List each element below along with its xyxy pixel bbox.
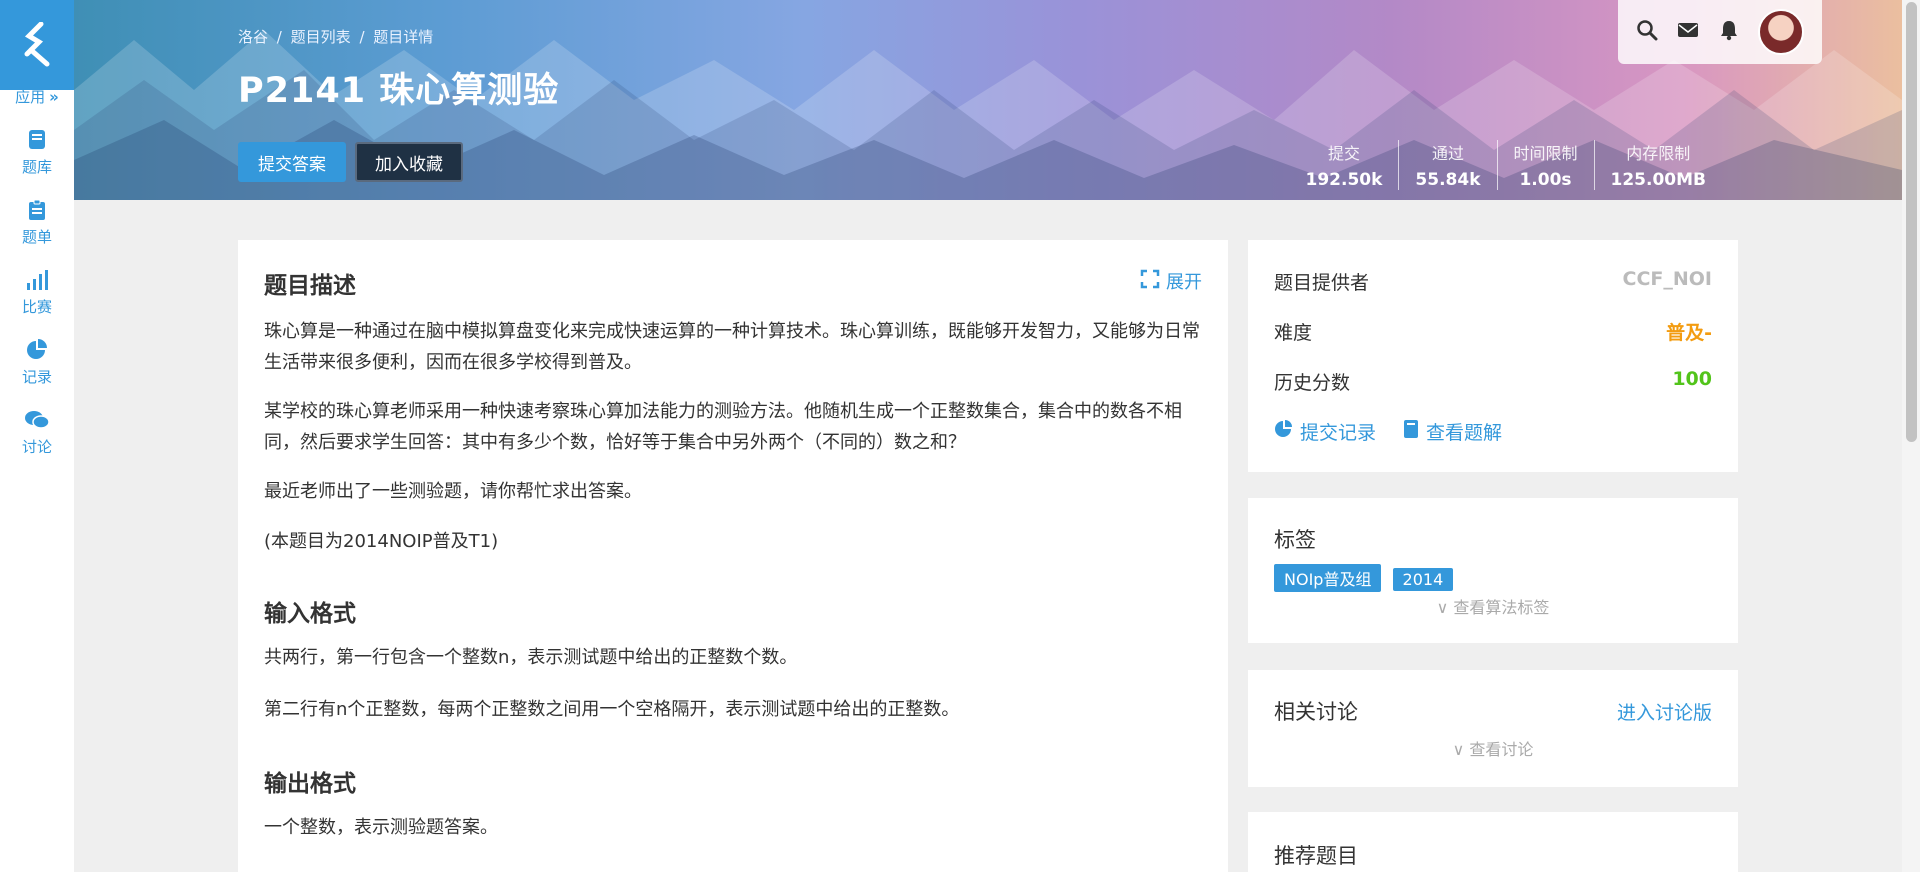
chat-icon [24,408,50,432]
show-algorithm-tags-label: 查看算法标签 [1453,598,1550,617]
input-format-paragraph: 共两行，第一行包含一个整数n，表示测试题中给出的正整数个数。 [264,647,798,668]
score-row: 历史分数 100 [1274,368,1712,395]
sidebar-item-training[interactable]: 题单 [0,198,74,268]
output-format-paragraph: 一个整数，表示测验题答案。 [264,817,498,838]
add-favorite-button[interactable]: 加入收藏 [355,142,463,182]
sidebar: 应用 » 题库 题单 比赛 记录 讨论 [0,0,74,872]
problem-info-card: 题目提供者 CCF_NOI 难度 普及- 历史分数 100 提交记录 查看题解 [1248,240,1738,472]
stat-time-limit: 时间限制 1.00s [1496,140,1594,190]
breadcrumb-problem-detail[interactable]: 题目详情 [373,28,433,46]
description-paragraph: (本题目为2014NOIP普及T1) [264,531,499,552]
problem-header: 洛谷 / 题目列表 / 题目详情 P2141 珠心算测验 提交答案 加入收藏 提… [74,0,1902,200]
description-paragraph: 某学校的珠心算老师采用一种快速考察珠心算加法能力的测验方法。他随机生成一个正整数… [264,401,1182,453]
sidebar-item-discuss[interactable]: 讨论 [0,408,74,478]
difficulty-label: 难度 [1274,322,1313,344]
chevron-down-icon: ∨ [1436,598,1449,617]
page-scrollbar[interactable] [1902,0,1920,872]
difficulty-row: 难度 普及- [1274,318,1712,345]
stat-label: 通过 [1431,144,1464,163]
input-format-paragraph: 第二行有n个正整数，每两个正整数之间用一个空格隔开，表示测试题中给出的正整数。 [264,699,960,720]
user-toolbar [1618,0,1822,64]
stat-label: 提交 [1327,144,1360,163]
discussion-title: 相关讨论 [1274,700,1358,724]
mail-icon[interactable] [1677,21,1699,43]
luogu-logo[interactable] [0,0,74,90]
book-icon [1402,419,1420,444]
breadcrumb-sep: / [276,28,282,46]
related-discussion-card: 相关讨论 进入讨论版 ∨ 查看讨论 [1248,670,1738,787]
view-solutions-link[interactable]: 查看题解 [1402,418,1502,445]
score-value: 100 [1672,368,1712,390]
difficulty-value: 普及- [1666,322,1712,344]
recommended-problems-card: 推荐题目 [1248,812,1738,872]
provider-row: 题目提供者 CCF_NOI [1274,268,1712,295]
submission-records-link[interactable]: 提交记录 [1274,418,1376,445]
sidebar-nav: 题库 题单 比赛 记录 讨论 [0,128,74,478]
input-format-heading: 输入格式 [264,601,356,627]
tag-item[interactable]: NOIp普及组 [1274,564,1382,592]
info-links: 提交记录 查看题解 [1274,418,1502,445]
sidebar-item-label: 讨论 [21,438,52,456]
sidebar-item-label: 题单 [21,228,52,246]
problem-stats: 提交 192.50k 通过 55.84k 时间限制 1.00s 内存限制 125… [1290,140,1723,190]
pie-chart-icon [1274,419,1294,444]
tags-card: 标签 NOIp普及组 2014 ∨ 查看算法标签 [1248,498,1738,643]
bar-chart-icon [25,268,49,292]
chevron-down-icon: ∨ [1452,740,1465,759]
enter-discussion-link[interactable]: 进入讨论版 [1617,698,1712,725]
apps-label: 应用 [15,88,46,106]
logo-icon [24,22,50,67]
sidebar-item-label: 比赛 [21,298,52,316]
show-discussion[interactable]: ∨ 查看讨论 [1248,736,1738,760]
output-format-heading: 输出格式 [264,771,356,797]
stat-label: 时间限制 [1513,144,1578,163]
description-heading: 题目描述 [264,273,356,299]
problem-content-card: 题目描述 展开 珠心算是一种通过在脑中模拟算盘变化来完成快速运算的一种计算技术。… [238,240,1228,872]
stat-label: 内存限制 [1626,144,1691,163]
provider-value[interactable]: CCF_NOI [1623,268,1713,295]
breadcrumb-home[interactable]: 洛谷 [238,28,268,46]
score-label: 历史分数 [1274,372,1351,394]
tag-list: NOIp普及组 2014 [1274,564,1459,592]
stat-accepted: 通过 55.84k [1398,140,1496,190]
view-solutions-label: 查看题解 [1426,422,1503,444]
apps-toggle[interactable]: 应用 » [0,86,74,107]
scrollbar-thumb[interactable] [1906,2,1917,442]
sidebar-item-label: 记录 [21,368,52,386]
stat-value: 192.50k [1305,170,1383,190]
double-chevron-right-icon: » [49,87,59,106]
recommend-title: 推荐题目 [1274,844,1358,868]
stat-value: 125.00MB [1610,170,1706,190]
stat-value: 1.00s [1519,170,1572,190]
tags-title: 标签 [1274,528,1316,552]
sidebar-item-problems[interactable]: 题库 [0,128,74,198]
description-paragraph: 珠心算是一种通过在脑中模拟算盘变化来完成快速运算的一种计算技术。珠心算训练，既能… [264,321,1200,373]
show-discussion-label: 查看讨论 [1469,740,1534,759]
submission-records-label: 提交记录 [1300,422,1377,444]
book-icon [27,128,47,152]
breadcrumb-problem-list[interactable]: 题目列表 [291,28,351,46]
expand-button[interactable]: 展开 [1140,268,1202,294]
description-paragraph: 最近老师出了一些测验题，请你帮忙求出答案。 [264,481,642,502]
stat-submissions: 提交 192.50k [1290,140,1399,190]
expand-icon [1140,269,1160,294]
pie-chart-icon [25,338,49,362]
submit-answer-button[interactable]: 提交答案 [238,142,346,182]
breadcrumb: 洛谷 / 题目列表 / 题目详情 [238,26,437,47]
breadcrumb-sep: / [359,28,365,46]
bell-icon[interactable] [1719,19,1739,45]
search-icon[interactable] [1636,19,1658,45]
stat-value: 55.84k [1415,170,1481,190]
sidebar-item-contest[interactable]: 比赛 [0,268,74,338]
avatar[interactable] [1758,9,1805,55]
clipboard-icon [27,198,47,222]
page-title: P2141 珠心算测验 [238,71,560,111]
sidebar-item-label: 题库 [21,158,52,176]
provider-label: 题目提供者 [1274,272,1370,294]
sidebar-item-records[interactable]: 记录 [0,338,74,408]
stat-memory-limit: 内存限制 125.00MB [1593,140,1722,190]
expand-label: 展开 [1166,272,1202,293]
show-algorithm-tags[interactable]: ∨ 查看算法标签 [1248,594,1738,618]
tag-item[interactable]: 2014 [1392,568,1454,591]
